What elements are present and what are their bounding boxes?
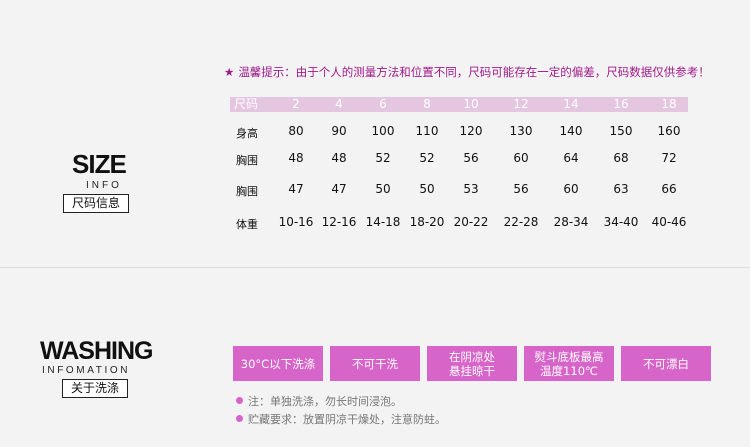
size-header-cell: 10: [463, 97, 479, 111]
size-header-cell: 4: [335, 97, 343, 111]
washing-subtitle: INFOMATION: [42, 365, 131, 376]
size-header-cell: 18: [661, 97, 677, 111]
size-table-cell: 50: [419, 182, 435, 196]
washing-title: WASHING: [40, 337, 153, 365]
size-table-cell: 66: [661, 182, 677, 196]
size-table-cell: 52: [375, 151, 391, 165]
bullet-icon: [236, 397, 243, 404]
washing-info-box: 关于洗涤: [62, 379, 128, 398]
size-table-cell: 22-28: [503, 215, 539, 229]
storage-note: 贮藏要求：放置阴凉干燥处，注意防蛀。: [236, 411, 446, 427]
wash-note: 注：单独洗涤，勿长时间浸泡。: [236, 393, 402, 409]
size-title: SIZE: [72, 149, 127, 179]
size-table-cell: 90: [331, 124, 347, 138]
size-table-cell: 140: [559, 124, 583, 138]
size-header-cell: 6: [379, 97, 387, 111]
wash-instruction-30c: 30°C以下洗涤: [233, 346, 323, 381]
size-table-cell: 110: [415, 124, 439, 138]
size-tip: ★ 温馨提示：由于个人的测量方法和位置不同，尺码可能存在一定的偏差，尺码数据仅供参…: [224, 64, 710, 80]
size-header-cell: 8: [423, 97, 431, 111]
size-table-cell: 72: [661, 151, 677, 165]
size-table-cell: 34-40: [603, 215, 639, 229]
size-header-cell: 12: [513, 97, 529, 111]
size-table-cell: 50: [375, 182, 391, 196]
size-table-cell: 120: [459, 124, 483, 138]
size-row-label: 胸围: [236, 154, 258, 167]
size-table-cell: 56: [463, 151, 479, 165]
wash-instruction-no-bleach: 不可漂白: [621, 346, 711, 381]
bullet-icon: [236, 415, 243, 422]
size-table-cell: 28-34: [553, 215, 589, 229]
size-row-label: 身高: [236, 127, 258, 140]
size-table-cell: 63: [613, 182, 629, 196]
size-row-label: 体重: [236, 218, 258, 231]
wash-instruction-no-dry-clean: 不可干洗: [330, 346, 420, 381]
wash-note-text: 注：单独洗涤，勿长时间浸泡。: [248, 395, 402, 408]
size-table-cell: 130: [509, 124, 533, 138]
size-header-cell: 16: [613, 97, 629, 111]
size-table-cell: 12-16: [321, 215, 357, 229]
size-table-cell: 20-22: [453, 215, 489, 229]
size-table-cell: 48: [288, 151, 304, 165]
size-header-label: 尺码: [233, 97, 259, 111]
storage-note-text: 贮藏要求：放置阴凉干燥处，注意防蛀。: [248, 413, 446, 426]
size-table-cell: 47: [288, 182, 304, 196]
size-table-cell: 14-18: [365, 215, 401, 229]
size-table-cell: 68: [613, 151, 629, 165]
size-table-cell: 48: [331, 151, 347, 165]
size-table-cell: 60: [513, 151, 529, 165]
size-table-cell: 100: [371, 124, 395, 138]
wash-instruction-hang-dry: 在阴凉处 悬挂晾干: [427, 346, 517, 381]
size-subtitle: INFO: [86, 180, 122, 191]
size-table-cell: 40-46: [651, 215, 687, 229]
size-table-cell: 10-16: [278, 215, 314, 229]
size-info-box: 尺码信息: [63, 194, 129, 213]
size-table-cell: 60: [563, 182, 579, 196]
size-table-cell: 53: [463, 182, 479, 196]
size-row-label: 胸围: [236, 185, 258, 198]
wash-instruction-iron-temp: 熨斗底板最高 温度110℃: [524, 346, 614, 381]
size-header-cell: 14: [563, 97, 579, 111]
size-table-cell: 80: [288, 124, 304, 138]
size-tip-text: 温馨提示：由于个人的测量方法和位置不同，尺码可能存在一定的偏差，尺码数据仅供参考…: [238, 65, 710, 79]
size-header-cell: 2: [292, 97, 300, 111]
size-table-cell: 56: [513, 182, 529, 196]
size-table-cell: 150: [609, 124, 633, 138]
size-table-cell: 52: [419, 151, 435, 165]
size-table-cell: 64: [563, 151, 579, 165]
size-table-cell: 47: [331, 182, 347, 196]
size-table-cell: 18-20: [409, 215, 445, 229]
star-icon: ★: [224, 65, 235, 79]
size-table-cell: 160: [657, 124, 681, 138]
